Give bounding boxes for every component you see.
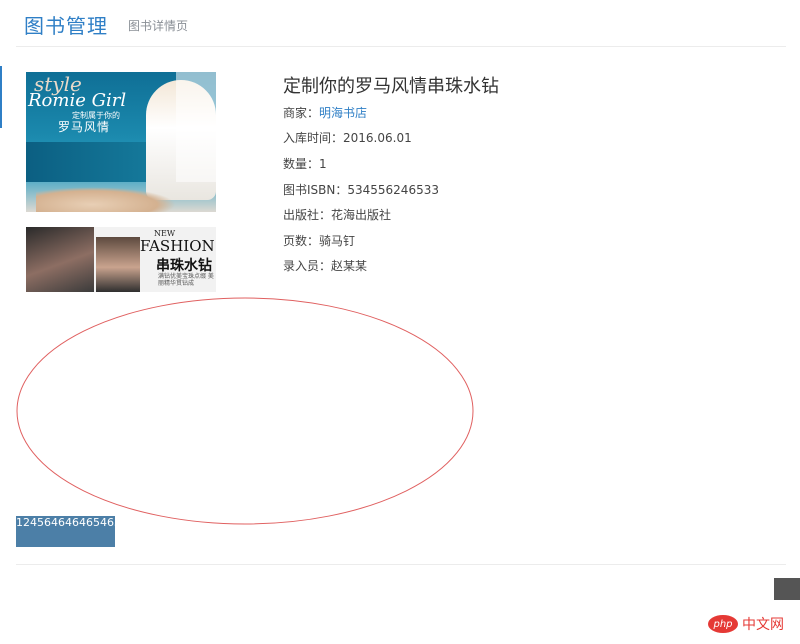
isbn: 图书ISBN：534556246533 [283,183,439,197]
cover-veil [176,72,216,182]
merchant-row: 商家：明海书店 [283,104,367,121]
brand-title[interactable]: 图书管理 [24,10,108,39]
active-indicator [0,66,2,128]
header-divider [16,46,786,47]
merchant-label: 商家： [283,106,320,120]
cover-text-cn: 罗马风情 [58,120,111,134]
back-to-top-button[interactable] [774,578,800,600]
stock-time: 入库时间：2016.06.01 [283,131,412,145]
book-cover-image: style Romie Girl 定制属于你的 罗马风情 [26,72,216,212]
banner-photo-right [96,237,140,292]
watermark-logo: php [708,615,738,633]
annotation-ellipse [16,297,474,525]
overflow-text-badge: 124564646465465 [16,516,115,547]
operator: 录入员：赵某某 [283,259,368,273]
banner-text-cn: 串珠水钻 [156,258,212,274]
breadcrumb[interactable]: 图书详情页 [128,17,188,34]
cover-shoe [36,187,176,212]
book-banner-image: NEW FASHION 串珠水钻 满钻优美宝珠点缀 美丽精华贯钻成 [26,227,216,292]
watermark: php 中文网 [708,612,784,636]
banner-photo-left [26,227,94,292]
banner-text-tiny: 满钻优美宝珠点缀 美丽精华贯钻成 [158,273,214,287]
merchant-link[interactable]: 明海书店 [319,106,367,120]
pages: 页数：骑马钉 [283,234,356,248]
banner-text-fashion: FASHION [140,237,215,255]
quantity: 数量：1 [283,157,327,171]
footer-divider [16,564,786,565]
page-header: 图书管理 图书详情页 [0,0,800,47]
publisher: 出版社：花海出版社 [283,208,392,222]
book-title: 定制你的罗马风情串珠水钻 [283,76,499,97]
cover-text-brand: Romie Girl [28,90,127,111]
watermark-text: 中文网 [742,617,784,633]
